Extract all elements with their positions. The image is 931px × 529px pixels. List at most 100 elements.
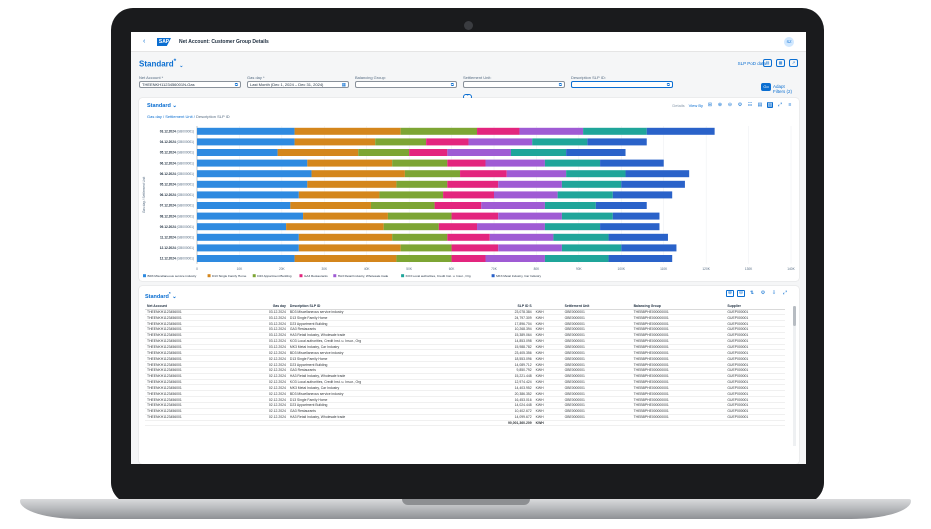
export-icon[interactable]: ⇩ [770, 290, 778, 297]
value-help-icon[interactable]: ⧉ [235, 82, 238, 87]
description-slp-id-input[interactable]: ⧉ [571, 81, 673, 88]
total-unit: KWH [533, 419, 563, 427]
stacked-bar-chart: 0 10K 20K 30K 40K 50K 60K 70K 80K 90K 100K 110K 120K… [142, 126, 796, 278]
bar-segment [566, 149, 626, 156]
more-icon[interactable]: ≡ [787, 102, 793, 108]
share-icon[interactable]: ↗ [789, 59, 798, 67]
zoom-in-icon[interactable]: ⊕ [717, 102, 723, 108]
back-icon[interactable]: ‹ [143, 38, 145, 45]
bar-segment [307, 159, 393, 167]
y-tick-label: 08.12.2024 (GB000001) [160, 214, 194, 218]
x-tick-label: 90K [576, 267, 583, 271]
bar-segment [451, 255, 486, 262]
bar-segment [197, 170, 312, 178]
net-account-input[interactable]: THEENKH1123456001N-Gas ⧉ [139, 81, 241, 88]
table-scrollbar[interactable] [793, 306, 796, 446]
laptop-notch [402, 499, 530, 505]
zoom-out-icon[interactable]: ⊖ [727, 102, 733, 108]
details-button[interactable]: Details [672, 103, 684, 108]
bar-segment [557, 191, 613, 199]
value-help-icon[interactable]: ⧉ [451, 82, 454, 87]
value-help-icon[interactable]: ⧉ [667, 82, 670, 87]
bar-segment [447, 159, 486, 167]
bar-segment [498, 180, 562, 188]
bar-segment [387, 212, 452, 220]
y-tick-label: 09.12.2024 (GB000001) [160, 225, 194, 229]
bar-segment [197, 127, 295, 135]
legend-label: BD3 Miscellaneous service industry [148, 274, 197, 278]
adapt-filters-button[interactable]: Adapt Filters (2) [773, 84, 797, 94]
table-toolbar: ⊕ ⊖ ⇅ ⚙ ⇩ ⤢ [726, 290, 789, 297]
settings-icon[interactable]: ⚙ [737, 102, 743, 108]
expand-icon[interactable]: ⊕ [726, 290, 734, 297]
variant-selector[interactable]: Standard*⌄ [139, 58, 183, 69]
avatar[interactable]: SZ [784, 37, 794, 47]
y-tick-label: 03.12.2024 (GB000001) [160, 130, 194, 134]
breadcrumb-link[interactable]: Settlement Unit [165, 114, 192, 119]
x-tick-label: 140K [787, 267, 795, 271]
bar-segment [197, 255, 295, 262]
bar-segment [451, 212, 499, 220]
bar-segment [608, 255, 673, 262]
chevron-down-icon: ⌄ [172, 103, 177, 109]
y-tick-label: 06.12.2024 (GB000001) [160, 193, 194, 197]
collapse-icon[interactable]: ⊖ [737, 290, 745, 297]
bar-segment [587, 138, 647, 146]
y-tick-label: 12.12.2024 (GB000001) [160, 246, 194, 250]
bar-segment [506, 170, 567, 178]
grid-icon[interactable]: ▦ [776, 59, 785, 67]
y-tick-label: 12.12.2024 (GB000001) [160, 257, 194, 261]
chart-card-title[interactable]: Standard ⌄ [147, 103, 177, 109]
breadcrumb-link[interactable]: Gas day [147, 114, 162, 119]
bar-segment [197, 233, 299, 241]
legend-label: D13 Single Family Home [212, 274, 246, 278]
settlement-unit-input[interactable]: ⧉ [463, 81, 565, 88]
app-screen: ‹ SAP Net Account: Customer Group Detail… [131, 32, 806, 464]
bar-segment [612, 212, 660, 220]
bar-segment [595, 202, 647, 209]
bar-segment [294, 255, 397, 262]
total-value: 90,001,360.209 [467, 419, 534, 427]
bar-segment [451, 244, 499, 252]
bar-segment [646, 127, 715, 135]
bar-segment [197, 212, 304, 220]
drilldown-icon[interactable]: ⊞ [707, 102, 713, 108]
bar-segment [519, 127, 584, 135]
scrollbar-thumb[interactable] [793, 306, 796, 326]
table-title: Standard [145, 293, 169, 300]
filter-balancing-group: Balancing Group: ⧉ [355, 75, 457, 88]
bar-segment [392, 159, 448, 167]
bar-segment [621, 180, 685, 188]
chart-card: Standard ⌄ Gas day / Settlement Unit / D… [139, 98, 799, 281]
settings-icon[interactable]: ⚙ [759, 290, 767, 297]
sap-logo: SAP [157, 38, 171, 46]
total-empty-cell [631, 419, 726, 427]
bar-segment [400, 127, 478, 135]
bar-segment [625, 170, 690, 178]
value-help-icon[interactable]: ⧉ [559, 82, 562, 87]
chart-view-icon[interactable]: ▥ [767, 102, 773, 108]
app-title: Net Account: Customer Group Details [179, 39, 269, 45]
bar-segment [307, 180, 397, 188]
calendar-icon[interactable]: ▦ [342, 82, 346, 87]
gas-day-input[interactable]: Last Month (Dec 1, 2024 – Dec 31, 2024) ▦ [247, 81, 349, 88]
laptop-chin [111, 464, 824, 504]
bar-segment [477, 127, 520, 135]
bar-segment [468, 138, 533, 146]
table-card: Standard* ⌄ ⊕ ⊖ ⇅ ⚙ ⇩ ⤢ Net Account Gas … [139, 286, 799, 464]
slp-pod-data-button[interactable]: SLP PoD data [738, 61, 766, 66]
legend-icon[interactable]: ☷ [747, 102, 753, 108]
maximize-icon[interactable]: ⤢ [777, 102, 783, 108]
table-variant-selector[interactable]: Standard* ⌄ [145, 291, 177, 300]
sort-icon[interactable]: ⇅ [748, 290, 756, 297]
balancing-group-input[interactable]: ⧉ [355, 81, 457, 88]
x-tick-label: 0 [196, 267, 198, 271]
table-icon[interactable]: ▤ [757, 102, 763, 108]
view-by-button[interactable]: View By [689, 103, 703, 108]
layout-icon[interactable]: ▤ [763, 59, 772, 67]
go-button[interactable]: Go [761, 83, 771, 91]
x-tick-label: 70K [491, 267, 498, 271]
fullscreen-icon[interactable]: ⤢ [781, 290, 789, 297]
bar-segment [447, 180, 499, 188]
chevron-down-icon: ⌄ [172, 293, 177, 300]
